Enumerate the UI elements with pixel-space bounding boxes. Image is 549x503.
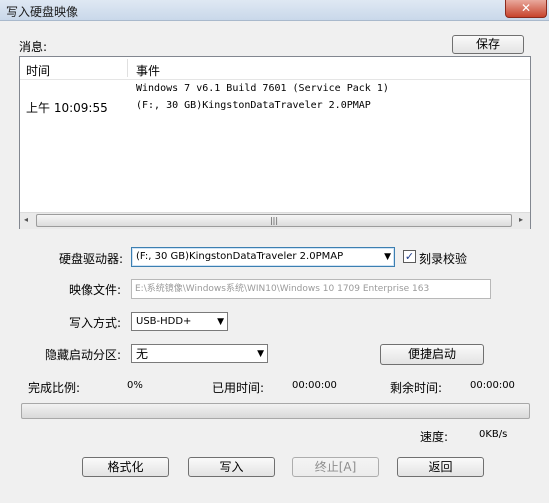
drive-label: 硬盘驱动器:: [59, 252, 124, 266]
image-file-label: 映像文件:: [69, 283, 122, 297]
column-header-event[interactable]: 事件: [136, 62, 160, 79]
write-mode-value: USB-HDD+: [136, 316, 192, 327]
percent-value: 0%: [127, 380, 143, 391]
message-event-line1: Windows 7 v6.1 Build 7601 (Service Pack …: [136, 83, 389, 94]
column-separator[interactable]: [127, 59, 128, 77]
image-file-field: E:\系统镜像\Windows系统\WIN10\Windows 10 1709 …: [131, 279, 491, 299]
list-header: 时间 事件: [20, 57, 530, 80]
drive-select[interactable]: (F:, 30 GB)KingstonDataTraveler 2.0PMAP …: [131, 247, 395, 267]
elapsed-label: 已用时间:: [212, 381, 265, 395]
format-button[interactable]: 格式化: [82, 457, 169, 477]
quick-boot-button[interactable]: 便捷启动: [380, 344, 484, 365]
hidden-partition-select[interactable]: 无 ▼: [131, 344, 268, 363]
hidden-partition-label: 隐藏启动分区:: [45, 348, 122, 362]
percent-label: 完成比例:: [28, 381, 81, 395]
speed-value: 0KB/s: [479, 429, 508, 440]
abort-button[interactable]: 终止[A]: [292, 457, 379, 477]
progress-bar: [21, 403, 530, 419]
write-mode-label: 写入方式:: [69, 316, 122, 330]
write-button[interactable]: 写入: [188, 457, 275, 477]
scroll-right-icon[interactable]: ▸: [519, 215, 523, 224]
drive-value: (F:, 30 GB)KingstonDataTraveler 2.0PMAP: [136, 251, 344, 262]
verify-checkbox[interactable]: ✓: [403, 250, 416, 263]
chevron-down-icon: ▼: [217, 317, 224, 327]
back-button[interactable]: 返回: [397, 457, 484, 477]
write-mode-select[interactable]: USB-HDD+ ▼: [131, 312, 228, 331]
verify-label[interactable]: 刻录校验: [419, 250, 467, 267]
chevron-down-icon: ▼: [384, 252, 391, 262]
close-button[interactable]: ✕: [505, 0, 547, 18]
save-button[interactable]: 保存: [452, 35, 524, 54]
check-icon: ✓: [404, 250, 415, 263]
message-time: 上午 10:09:55: [26, 101, 108, 115]
column-header-time[interactable]: 时间: [26, 62, 50, 79]
message-list[interactable]: 时间 事件 上午 10:09:55 Windows 7 v6.1 Build 7…: [19, 56, 531, 229]
remaining-label: 剩余时间:: [390, 381, 443, 395]
window-title: 写入硬盘映像: [6, 5, 79, 19]
hidden-partition-value: 无: [136, 347, 149, 361]
messages-label: 消息:: [19, 40, 48, 54]
message-event-line2: (F:, 30 GB)KingstonDataTraveler 2.0PMAP: [136, 100, 371, 111]
close-icon: ✕: [520, 1, 532, 15]
scroll-left-icon[interactable]: ◂: [24, 215, 28, 224]
remaining-value: 00:00:00: [470, 380, 515, 391]
horizontal-scrollbar[interactable]: ◂ ||| ▸: [20, 212, 530, 229]
chevron-down-icon: ▼: [257, 349, 264, 359]
scrollbar-thumb[interactable]: |||: [36, 214, 512, 227]
speed-label: 速度:: [420, 430, 449, 444]
grip-icon: |||: [269, 216, 279, 225]
title-bar: 写入硬盘映像 ✕: [0, 0, 549, 21]
elapsed-value: 00:00:00: [292, 380, 337, 391]
image-file-path: E:\系统镜像\Windows系统\WIN10\Windows 10 1709 …: [135, 284, 430, 294]
